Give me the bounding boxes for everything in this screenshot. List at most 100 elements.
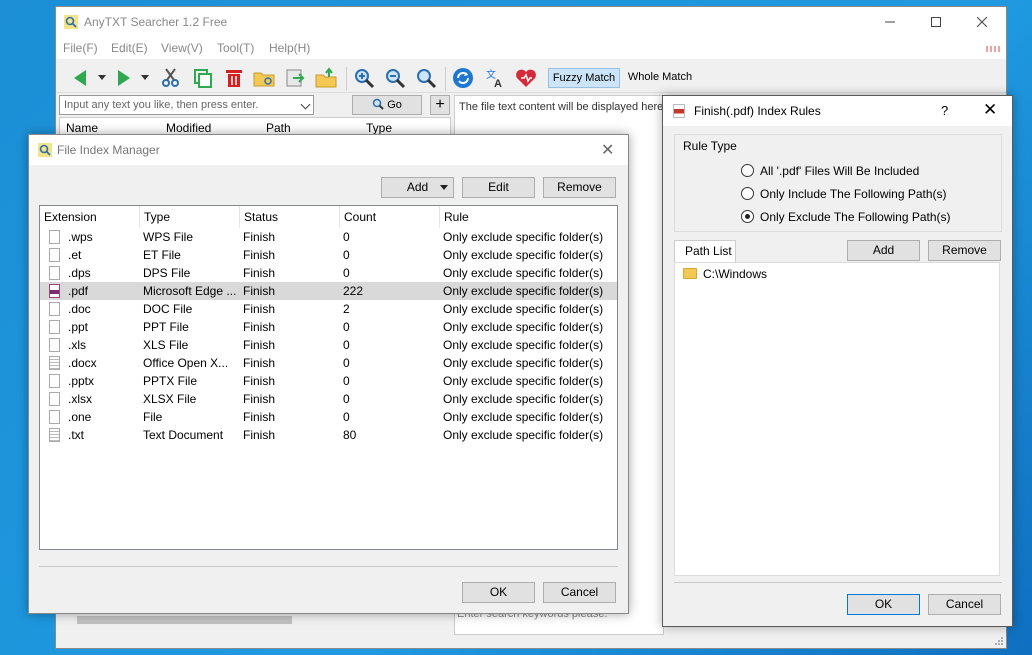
add-button[interactable]: Add bbox=[381, 177, 454, 198]
back-arrow-icon[interactable] bbox=[70, 67, 92, 89]
search-input[interactable]: Input any text you like, then press ente… bbox=[59, 95, 314, 115]
table-row[interactable]: .txt Text Document Finish 80 Only exclude sp… bbox=[40, 426, 617, 444]
table-row[interactable]: .xlsx XLSX File Finish 0 Only exclude specif… bbox=[40, 390, 617, 408]
rule-cell: Only exclude specific folder(s) bbox=[443, 410, 604, 424]
rule-cell: Only exclude specific folder(s) bbox=[443, 374, 604, 388]
table-row[interactable]: .dps DPS File Finish 0 Only exclude specific… bbox=[40, 264, 617, 282]
radio-button[interactable] bbox=[741, 164, 754, 177]
status-cell: Finish bbox=[243, 284, 276, 298]
fuzzy-match-toggle[interactable]: Fuzzy Match bbox=[548, 68, 620, 88]
table-row[interactable]: .one File Finish 0 Only exclude specific fol… bbox=[40, 408, 617, 426]
extension-cell: .docx bbox=[68, 356, 97, 370]
remove-button[interactable]: Remove bbox=[543, 177, 616, 198]
zoom-in-icon[interactable] bbox=[353, 67, 375, 89]
extension-cell: .doc bbox=[68, 302, 91, 316]
type-cell: ET File bbox=[143, 248, 181, 262]
option-label: All '.pdf' Files Will Be Included bbox=[760, 164, 920, 178]
table-row[interactable]: .pptx PPTX File Finish 0 Only exclude specif… bbox=[40, 372, 617, 390]
list-item[interactable]: C:\Windows bbox=[675, 265, 995, 283]
radio-button-selected[interactable] bbox=[741, 210, 754, 223]
count-cell: 222 bbox=[343, 284, 364, 298]
radio-button[interactable] bbox=[741, 187, 754, 200]
menu-help[interactable]: Help(H) bbox=[269, 41, 310, 55]
menu-tool[interactable]: Tool(T) bbox=[217, 41, 254, 55]
cancel-button[interactable]: Cancel bbox=[928, 594, 1001, 615]
column-rule[interactable]: Rule bbox=[440, 206, 617, 228]
rule-cell: Only exclude specific folder(s) bbox=[443, 392, 604, 406]
extension-cell: .xlsx bbox=[68, 392, 92, 406]
close-button[interactable] bbox=[959, 7, 1005, 37]
open-folder-icon[interactable] bbox=[253, 67, 275, 89]
cut-icon[interactable] bbox=[160, 67, 182, 89]
dialog-titlebar: File Index Manager ✕ bbox=[29, 135, 628, 165]
table-row[interactable]: .doc DOC File Finish 2 Only exclude specific… bbox=[40, 300, 617, 318]
table-row[interactable]: .ppt PPT File Finish 0 Only exclude specific… bbox=[40, 318, 617, 336]
resize-grip-icon[interactable] bbox=[994, 636, 1004, 646]
scrollbar-thumb[interactable] bbox=[77, 616, 292, 624]
extension-cell: .wps bbox=[68, 230, 93, 244]
edit-button[interactable]: Edit bbox=[462, 177, 535, 198]
type-cell: Microsoft Edge ... bbox=[143, 284, 237, 298]
pdf-file-icon bbox=[673, 104, 685, 118]
type-cell: File bbox=[143, 410, 163, 424]
forward-arrow-icon[interactable] bbox=[112, 67, 134, 89]
donate-heart-icon[interactable] bbox=[515, 67, 537, 89]
whole-match-toggle[interactable]: Whole Match bbox=[624, 68, 696, 88]
delete-icon[interactable] bbox=[223, 67, 245, 89]
file-index-manager-dialog: File Index Manager ✕ Add Edit Remove Ext… bbox=[28, 134, 629, 614]
menu-edit[interactable]: Edit(E) bbox=[111, 41, 148, 55]
zoom-out-icon[interactable] bbox=[384, 67, 406, 89]
help-button[interactable]: ? bbox=[941, 103, 948, 118]
column-count[interactable]: Count bbox=[340, 206, 440, 228]
ok-button[interactable]: OK bbox=[462, 582, 535, 603]
count-cell: 80 bbox=[343, 428, 357, 442]
table-row[interactable]: .pdf Microsoft Edge ... Finish 222 Only excl… bbox=[40, 282, 617, 300]
column-type[interactable]: Type bbox=[140, 206, 240, 228]
chevron-down-icon[interactable] bbox=[300, 99, 311, 110]
column-status[interactable]: Status bbox=[240, 206, 340, 228]
option-label: Only Exclude The Following Path(s) bbox=[760, 210, 951, 224]
import-icon[interactable] bbox=[315, 67, 337, 89]
file-icon bbox=[49, 230, 60, 244]
maximize-icon bbox=[931, 17, 941, 27]
rule-cell: Only exclude specific folder(s) bbox=[443, 320, 604, 334]
remove-path-button[interactable]: Remove bbox=[928, 240, 1001, 261]
close-icon[interactable]: ✕ bbox=[601, 140, 614, 160]
extension-cell: .pptx bbox=[68, 374, 95, 388]
column-path[interactable]: Path bbox=[266, 121, 291, 135]
copy-icon[interactable] bbox=[192, 67, 214, 89]
back-dropdown-icon[interactable] bbox=[98, 75, 106, 80]
column-name[interactable]: Name bbox=[66, 121, 98, 135]
rule-cell: Only exclude specific folder(s) bbox=[443, 302, 604, 316]
toolbar-separator bbox=[445, 67, 446, 91]
translate-icon[interactable]: 文A bbox=[484, 67, 506, 89]
ok-button[interactable]: OK bbox=[847, 594, 920, 615]
search-icon[interactable] bbox=[415, 67, 437, 89]
count-cell: 0 bbox=[343, 248, 350, 262]
table-row[interactable]: .wps WPS File Finish 0 Only exclude specific… bbox=[40, 228, 617, 246]
dialog-title: Finish(.pdf) Index Rules bbox=[694, 104, 821, 118]
column-modified[interactable]: Modified bbox=[166, 121, 211, 135]
type-cell: DPS File bbox=[143, 266, 191, 280]
close-icon[interactable]: ✕ bbox=[983, 100, 997, 120]
menu-view[interactable]: View(V) bbox=[161, 41, 203, 55]
table-row[interactable]: .et ET File Finish 0 Only exclude specific f… bbox=[40, 246, 617, 264]
column-type[interactable]: Type bbox=[366, 121, 392, 135]
horizontal-scrollbar[interactable] bbox=[59, 613, 451, 627]
tab-path-list[interactable]: Path List bbox=[674, 240, 736, 262]
count-cell: 0 bbox=[343, 266, 350, 280]
refresh-icon[interactable] bbox=[452, 67, 474, 89]
cancel-button[interactable]: Cancel bbox=[543, 582, 616, 603]
export-icon[interactable] bbox=[284, 67, 306, 89]
minimize-button[interactable] bbox=[867, 7, 913, 37]
go-button[interactable]: Go bbox=[352, 95, 422, 115]
add-path-button[interactable]: Add bbox=[847, 240, 920, 261]
table-row[interactable]: .xls XLS File Finish 0 Only exclude specific… bbox=[40, 336, 617, 354]
menu-file[interactable]: File(F) bbox=[63, 41, 98, 55]
column-extension[interactable]: Extension bbox=[40, 206, 140, 228]
table-row[interactable]: .docx Office Open X... Finish 0 Only exclude… bbox=[40, 354, 617, 372]
maximize-button[interactable] bbox=[913, 7, 959, 37]
add-tab-button[interactable]: + bbox=[430, 95, 450, 115]
forward-dropdown-icon[interactable] bbox=[141, 75, 149, 80]
extension-cell: .xls bbox=[68, 338, 86, 352]
